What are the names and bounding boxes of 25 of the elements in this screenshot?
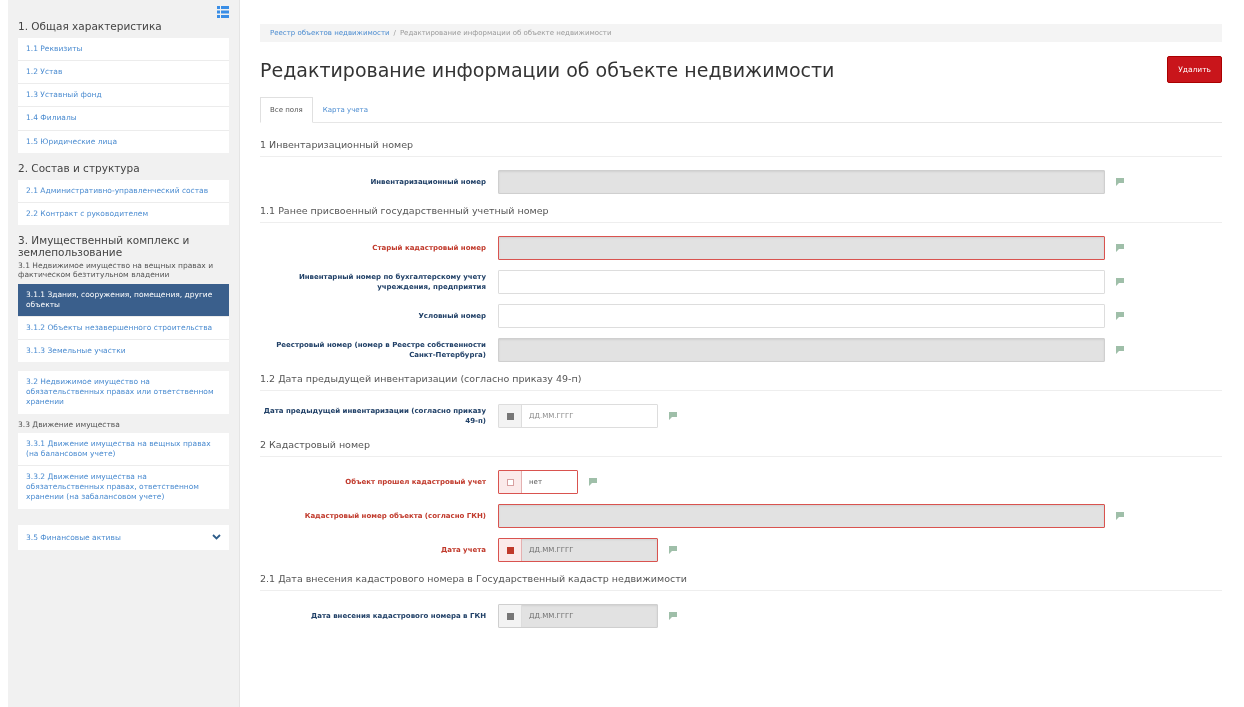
comment-icon	[668, 411, 678, 421]
section-heading: 3. Имущественный комплекс и землепользование	[18, 233, 191, 258]
list-icon	[217, 6, 229, 18]
chevron-down-icon	[212, 534, 221, 540]
page-title: Редактирование информации об объекте недвижимости	[260, 58, 835, 81]
comment-icon	[1115, 243, 1125, 253]
section-heading: 2. Состав и структура	[18, 161, 141, 174]
section-title: 1.1 Ранее присвоенный государственный учетный номер	[260, 201, 1222, 223]
comment-icon	[1115, 311, 1125, 321]
calendar-icon	[506, 412, 514, 420]
comment-icon	[1115, 277, 1125, 287]
section-title: 1 Инвентаризационный номер	[260, 135, 1222, 157]
section-title: 1.2 Дата предыдущей инвентаризации (согласно приказу 49-п)	[260, 369, 1222, 391]
section-title: 2.1 Дата внесения кадастрового номера в Государственный кадастр недвижимости	[260, 569, 1222, 591]
section-title: 2 Кадастровый номер	[260, 435, 1222, 457]
checkbox-icon	[506, 478, 514, 486]
calendar-icon	[506, 612, 514, 620]
section-heading: 1. Общая характеристика	[18, 20, 163, 32]
calendar-icon	[506, 546, 514, 554]
comment-icon	[1115, 511, 1125, 521]
comment-icon	[668, 611, 678, 621]
comment-icon	[1115, 177, 1125, 187]
comment-icon	[668, 545, 678, 555]
comment-icon	[588, 477, 598, 487]
comment-icon	[1115, 345, 1125, 355]
